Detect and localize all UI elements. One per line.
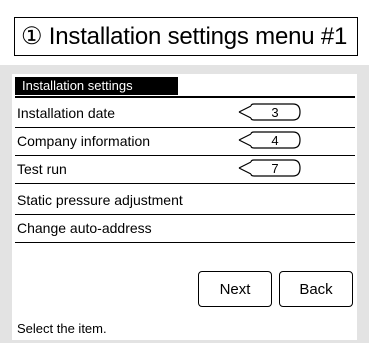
menu-item-company-information[interactable]: Company information 4 — [15, 128, 355, 156]
screen-header: Installation settings — [15, 77, 178, 95]
next-button[interactable]: Next — [198, 271, 272, 307]
header-divider — [15, 96, 355, 98]
menu-item-change-auto-address[interactable]: Change auto-address — [15, 215, 355, 243]
back-button[interactable]: Back — [279, 271, 353, 307]
status-message: Select the item. — [17, 321, 107, 336]
page-title-text: ① Installation settings menu #1 — [21, 23, 348, 50]
callout-number: 4 — [271, 133, 278, 148]
next-button-label: Next — [219, 280, 251, 298]
callout-marker: 4 — [238, 131, 301, 149]
menu-item-label: Test run — [17, 161, 67, 177]
callout-marker: 7 — [238, 159, 301, 177]
menu-item-label: Installation date — [17, 105, 116, 121]
menu-item-test-run[interactable]: Test run 7 — [15, 156, 355, 184]
back-button-label: Back — [299, 280, 333, 298]
lcd-screen: Installation settings Installation date … — [12, 74, 357, 340]
callout-number: 7 — [271, 161, 278, 176]
menu-item-label: Company information — [17, 133, 151, 149]
page-title: ① Installation settings menu #1 — [14, 17, 358, 56]
callout-marker: 3 — [238, 103, 301, 121]
menu-item-static-pressure-adjustment[interactable]: Static pressure adjustment — [15, 187, 355, 215]
menu-item-label: Change auto-address — [17, 220, 152, 236]
callout-number: 3 — [271, 105, 278, 120]
menu-item-label: Static pressure adjustment — [17, 192, 183, 208]
menu-item-installation-date[interactable]: Installation date 3 — [15, 100, 355, 128]
